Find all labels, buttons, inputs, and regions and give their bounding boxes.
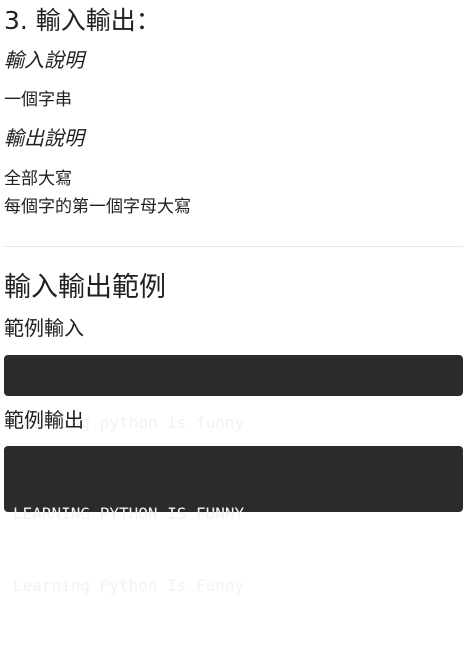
output-description-line-1: 全部大寫 <box>4 169 72 189</box>
input-description-heading: 輸入說明 <box>4 48 84 72</box>
sample-output-heading: 範例輸出 <box>4 408 84 432</box>
section-divider <box>4 246 463 247</box>
sample-output-code-line: LEARNING PYTHON IS FUNNY <box>13 504 245 523</box>
sample-input-code-block[interactable]: learning python is funny <box>4 355 463 432</box>
input-description-text: 一個字串 <box>4 90 72 110</box>
output-description-heading: 輸出說明 <box>4 126 84 150</box>
sample-output-code-line: Learning Python Is Funny <box>13 576 245 595</box>
sample-output-code-block[interactable]: LEARNING PYTHON IS FUNNY Learning Python… <box>4 446 463 595</box>
output-description-line-2: 每個字的第一個字母大寫 <box>4 197 191 217</box>
examples-heading: 輸入輸出範例 <box>4 272 166 303</box>
section-title: 3. 輸入輸出： <box>4 6 161 35</box>
sample-input-heading: 範例輸入 <box>4 316 84 340</box>
